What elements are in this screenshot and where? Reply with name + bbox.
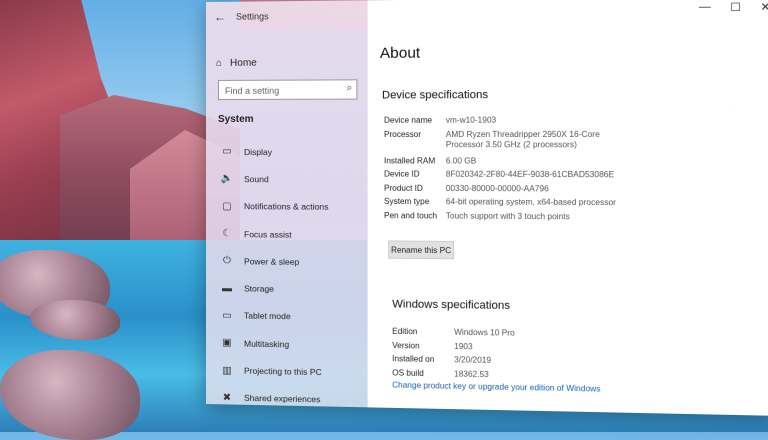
shared-experiences-icon: ✖	[222, 392, 232, 404]
spec-key: Device ID	[383, 169, 420, 179]
rename-pc-button[interactable]: Rename this PC	[388, 240, 455, 260]
search-icon[interactable]: ⌕	[347, 82, 353, 93]
focus-assist-icon: ☾	[222, 228, 232, 240]
spec-key: Device name	[383, 115, 433, 125]
nav-list: ▭ Display 🔈 Sound ▢ Notifications & acti…	[206, 138, 368, 414]
display-icon: ▭	[222, 146, 232, 158]
spec-key: OS build	[392, 368, 424, 378]
spec-value: 1903	[454, 341, 473, 351]
search-box: ⌕	[217, 79, 358, 100]
spec-row-installed-ram: Installed RAM 6.00 GB	[384, 156, 764, 167]
sidebar-item-display[interactable]: ▭ Display	[206, 138, 368, 166]
notifications-icon: ▢	[222, 200, 232, 212]
navigation-pane: ← Settings ⌂ Home ⌕ System ▭ Display 🔈 S…	[206, 0, 368, 408]
sidebar-item-storage[interactable]: ▬ Storage	[206, 274, 368, 303]
spec-row-product-id: Product ID 00330-80000-00000-AA796	[384, 183, 764, 195]
spec-value: 00330-80000-00000-AA796	[445, 183, 549, 194]
nav-section-title: System	[217, 113, 254, 125]
spec-value: Touch support with 3 touch points	[445, 211, 570, 222]
content-pane: — ☐ ✕ About Device specifications Device…	[367, 0, 768, 416]
spec-key: Version	[392, 340, 420, 351]
sidebar-item-label: Shared experiences	[244, 393, 321, 405]
spec-key: Edition	[392, 326, 418, 337]
page-title: About	[379, 44, 421, 62]
nav-home-label: Home	[230, 57, 257, 69]
spec-value: 18362.53	[454, 369, 489, 379]
spec-key: Product ID	[383, 183, 423, 193]
device-specs-heading: Device specifications	[381, 88, 489, 102]
storage-icon: ▬	[221, 282, 232, 294]
spec-row-edition: Edition Windows 10 Pro	[392, 327, 768, 343]
sidebar-item-sound[interactable]: 🔈 Sound	[206, 165, 368, 193]
device-specs-table: Device name vm-w10-1903 Processor AMD Ry…	[384, 115, 764, 227]
sidebar-item-label: Focus assist	[244, 228, 292, 240]
spec-key: Pen and touch	[383, 210, 438, 221]
sidebar-item-label: Notifications & actions	[244, 201, 329, 212]
spec-value: 3/20/2019	[454, 355, 492, 366]
sidebar-item-multitasking[interactable]: ▣ Multitasking	[206, 329, 368, 359]
sidebar-item-projecting[interactable]: ▥ Projecting to this PC	[206, 356, 368, 386]
spec-value: 64-bit operating system, x64-based proce…	[445, 197, 616, 208]
sidebar-item-label: Sound	[244, 174, 269, 185]
sidebar-item-label: Projecting to this PC	[244, 365, 322, 378]
spec-value: 8F020342-2F80-44EF-9038-61CBAD53086E	[445, 169, 615, 180]
spec-row-processor: Processor AMD Ryzen Threadripper 2950X 1…	[384, 129, 764, 139]
power-icon: ⏻	[223, 255, 231, 267]
app-title: Settings	[235, 11, 269, 22]
spec-row-processor-line2: Processor 3.50 GHz (2 processors)	[384, 140, 764, 151]
multitasking-icon: ▣	[222, 337, 232, 349]
sidebar-item-label: Storage	[244, 283, 274, 294]
sidebar-item-tablet-mode[interactable]: ▭ Tablet mode	[206, 302, 368, 332]
spec-row-device-name: Device name vm-w10-1903	[384, 115, 764, 126]
close-icon[interactable]: ✕	[760, 0, 768, 14]
title-bar: ← Settings	[206, 0, 368, 30]
spec-key: Installed on	[392, 354, 435, 365]
settings-window: ← Settings ⌂ Home ⌕ System ▭ Display 🔈 S…	[206, 0, 768, 416]
spec-value: Processor 3.50 GHz (2 processors)	[445, 139, 577, 149]
spec-value: 6.00 GB	[445, 155, 477, 166]
sound-icon: 🔈	[220, 173, 234, 185]
windows-specs-table: Edition Windows 10 Pro Version 1903 Inst…	[392, 327, 768, 389]
sidebar-item-focus-assist[interactable]: ☾ Focus assist	[206, 220, 368, 249]
sidebar-item-notifications[interactable]: ▢ Notifications & actions	[206, 193, 368, 221]
nav-home-item[interactable]: ⌂ Home	[216, 58, 257, 69]
spec-row-device-id: Device ID 8F020342-2F80-44EF-9038-61CBAD…	[384, 170, 764, 181]
search-input[interactable]	[222, 81, 339, 100]
minimize-icon[interactable]: —	[699, 1, 711, 15]
spec-value: Windows 10 Pro	[454, 327, 515, 338]
home-icon: ⌂	[215, 57, 223, 69]
sidebar-item-power-sleep[interactable]: ⏻ Power & sleep	[206, 247, 368, 276]
windows-specs-heading: Windows specifications	[392, 298, 511, 313]
spec-key: Processor	[383, 129, 422, 139]
projecting-icon: ▥	[222, 364, 232, 376]
sidebar-item-shared-experiences[interactable]: ✖ Shared experiences	[206, 384, 368, 415]
spec-value: AMD Ryzen Threadripper 2950X 16-Core	[445, 129, 600, 139]
spec-value: vm-w10-1903	[445, 115, 497, 125]
sidebar-item-label: Multitasking	[244, 338, 290, 350]
sidebar-item-label: Tablet mode	[244, 310, 291, 322]
window-controls: — ☐ ✕	[699, 0, 768, 14]
spec-row-system-type: System type 64-bit operating system, x64…	[384, 197, 764, 209]
back-arrow-icon[interactable]: ←	[214, 10, 226, 24]
maximize-icon[interactable]: ☐	[730, 1, 741, 15]
tablet-mode-icon: ▭	[222, 310, 232, 322]
spec-row-pen-touch: Pen and touch Touch support with 3 touch…	[384, 211, 764, 224]
sidebar-item-label: Power & sleep	[244, 256, 300, 267]
spec-key: System type	[383, 197, 430, 207]
sidebar-item-label: Display	[244, 146, 273, 157]
spec-key: Installed RAM	[383, 155, 436, 166]
